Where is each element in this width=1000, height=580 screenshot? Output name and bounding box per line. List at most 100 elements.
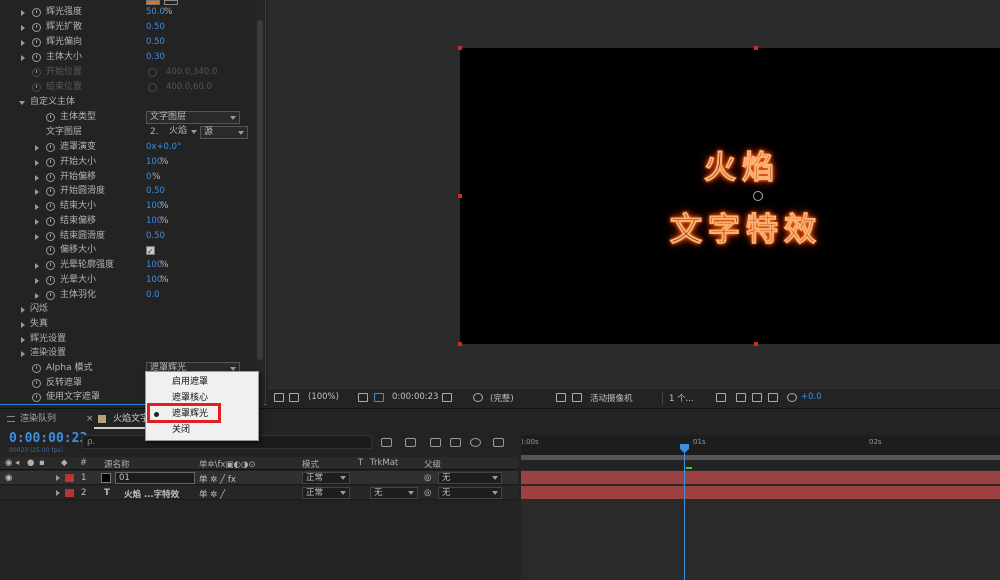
group-glow-settings[interactable]: 辉光设置 <box>0 332 256 347</box>
parent-dropdown[interactable]: 无 <box>438 472 502 484</box>
eye-icon[interactable]: ◉ <box>5 458 12 468</box>
stopwatch-icon[interactable] <box>46 276 55 285</box>
layer-name[interactable]: 火焰 ...字特效 <box>124 488 179 500</box>
stopwatch-icon[interactable] <box>46 187 55 196</box>
stopwatch-icon[interactable] <box>32 379 41 388</box>
col-parent[interactable]: 父级 <box>424 458 441 470</box>
twirl-icon[interactable] <box>56 475 60 481</box>
trkmat-dropdown[interactable]: 无 <box>370 487 418 499</box>
text-layer-dropdown[interactable]: 火焰 <box>166 126 197 139</box>
table-row[interactable]: ◉ 1 01 单 ✲ ╱ fx 正常 ◎ 无 <box>0 471 518 485</box>
menu-item-enable-mask[interactable]: 启用遮罩 <box>146 374 258 390</box>
expand-icon[interactable] <box>35 175 39 181</box>
group-flicker[interactable]: 闪烁 <box>0 302 256 317</box>
table-row[interactable]: 2 T 火焰 ...字特效 单 ✲ ╱ 正常 无 ◎ 无 <box>0 486 518 500</box>
comp-flowchart-icon[interactable] <box>381 438 392 447</box>
time-ruler[interactable]: ):00s 01s 02s <box>521 435 1000 455</box>
zoom-dropdown[interactable]: (100%) <box>308 392 339 402</box>
viewer-timecode[interactable]: 0:00:00:23 <box>392 392 438 402</box>
pickwhip-icon[interactable]: ◎ <box>424 488 431 498</box>
color-picker-icon[interactable] <box>473 393 483 402</box>
expand-icon[interactable] <box>21 351 25 357</box>
grid-icon[interactable] <box>358 393 368 402</box>
expand-icon[interactable] <box>35 145 39 151</box>
stopwatch-icon[interactable] <box>32 364 41 373</box>
expand-icon[interactable] <box>21 337 25 343</box>
prop-value[interactable]: 0.0 <box>146 288 160 303</box>
group-render-settings[interactable]: 渲染设置 <box>0 346 256 361</box>
toggle-pixel-icon[interactable] <box>716 393 726 402</box>
composition-canvas[interactable]: 火焰 文字特效 <box>460 48 1000 344</box>
layer-switches[interactable]: 单 ✲ ╱ fx <box>199 473 236 485</box>
stopwatch-icon[interactable] <box>46 232 55 241</box>
stopwatch-icon[interactable] <box>46 261 55 270</box>
close-icon[interactable]: × <box>86 411 94 427</box>
expand-icon[interactable] <box>21 40 25 46</box>
col-mode[interactable]: 模式 <box>302 458 319 470</box>
fast-preview-icon[interactable] <box>736 393 746 402</box>
expand-icon[interactable] <box>35 293 39 299</box>
effect-panel-scrollbar[interactable] <box>256 0 264 405</box>
flowchart-icon[interactable] <box>768 393 778 402</box>
transparency-grid-icon[interactable] <box>572 393 582 402</box>
exposure-value[interactable]: +0.0 <box>801 392 822 402</box>
camera-icon[interactable] <box>442 393 452 402</box>
audio-icon[interactable]: ◂ <box>15 458 19 468</box>
mask-visibility-icon[interactable] <box>374 393 384 402</box>
stopwatch-icon[interactable] <box>46 173 55 182</box>
graph-editor-icon[interactable] <box>493 438 504 447</box>
expand-icon[interactable] <box>35 234 39 240</box>
body-type-dropdown[interactable]: 文字图层 <box>146 111 240 124</box>
group-distortion[interactable]: 失真 <box>0 317 256 332</box>
expand-icon[interactable] <box>21 322 25 328</box>
layer-name-field[interactable]: 01 <box>115 472 195 484</box>
solo-icon[interactable]: ● <box>27 458 34 468</box>
resolution-dropdown[interactable]: (完整) <box>490 392 514 404</box>
mode-dropdown[interactable]: 正常 <box>302 487 350 499</box>
prop-value[interactable]: 0 <box>146 170 151 185</box>
stopwatch-icon[interactable] <box>46 291 55 300</box>
timeline-icon[interactable] <box>752 393 762 402</box>
expand-icon[interactable] <box>21 10 25 16</box>
expand-icon[interactable] <box>21 25 25 31</box>
exposure-icon[interactable] <box>787 393 797 402</box>
layer-switches[interactable]: 单 ✲ ╱ <box>199 488 225 500</box>
current-timecode[interactable]: 0:00:00:23 <box>9 431 87 446</box>
offset-size-checkbox[interactable] <box>146 244 155 259</box>
transform-handle[interactable] <box>458 46 462 50</box>
draft-3d-icon[interactable] <box>405 438 416 447</box>
menu-item-off[interactable]: 关闭 <box>146 422 258 438</box>
hamburger-icon[interactable] <box>7 416 15 422</box>
prop-value[interactable]: 0.50 <box>146 229 165 244</box>
stopwatch-icon[interactable] <box>46 217 55 226</box>
prop-value[interactable]: 50.0 <box>146 5 165 20</box>
prop-value[interactable]: 0x+0.0° <box>146 140 181 155</box>
transform-handle[interactable] <box>754 342 758 346</box>
stopwatch-icon[interactable] <box>46 246 55 255</box>
stopwatch-icon[interactable] <box>32 23 41 32</box>
collapse-icon[interactable] <box>19 101 25 105</box>
prop-value[interactable]: 0.30 <box>146 50 165 65</box>
work-area-bar[interactable] <box>521 455 1000 460</box>
stopwatch-icon[interactable] <box>32 393 41 402</box>
region-of-interest-icon[interactable] <box>556 393 566 402</box>
prop-value[interactable]: 0.50 <box>146 35 165 50</box>
motion-blur-icon[interactable] <box>470 438 481 447</box>
layer-bar[interactable] <box>521 486 1000 499</box>
transform-handle[interactable] <box>754 46 758 50</box>
twirl-icon[interactable] <box>56 490 60 496</box>
layer-bar[interactable] <box>521 471 1000 484</box>
expand-icon[interactable] <box>35 189 39 195</box>
expand-icon[interactable] <box>35 219 39 225</box>
group-custom-body[interactable]: 自定义主体 <box>0 95 256 110</box>
tab-composition[interactable]: 火焰文字 <box>113 411 149 427</box>
stopwatch-icon[interactable] <box>32 8 41 17</box>
monitor-icon[interactable] <box>289 393 299 402</box>
pickwhip-icon[interactable]: ◎ <box>424 473 431 483</box>
stopwatch-icon[interactable] <box>46 143 55 152</box>
shy-layers-icon[interactable] <box>430 438 441 447</box>
label-icon[interactable]: ◆ <box>61 458 68 468</box>
mode-dropdown[interactable]: 正常 <box>302 472 350 484</box>
keyframe-marker[interactable] <box>686 467 692 469</box>
expand-icon[interactable] <box>35 278 39 284</box>
